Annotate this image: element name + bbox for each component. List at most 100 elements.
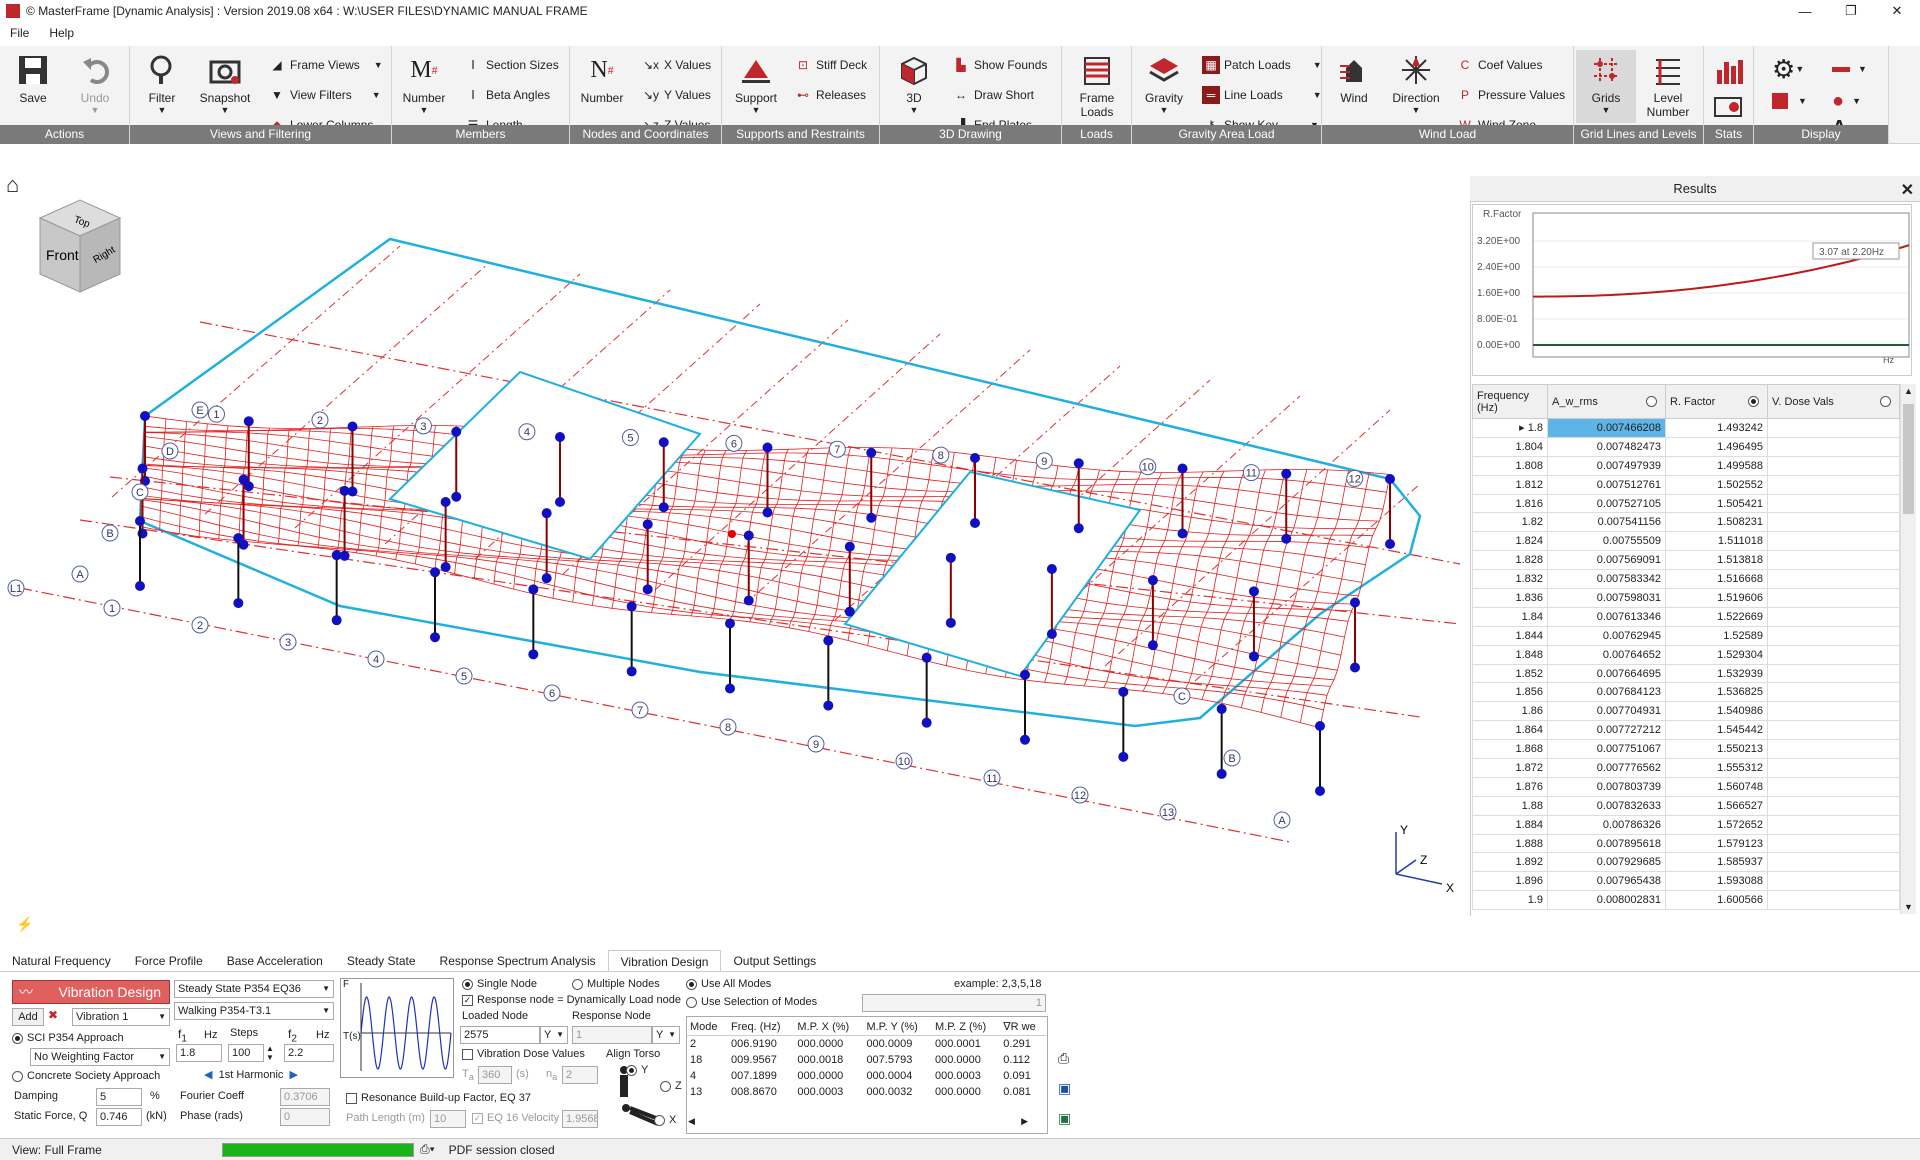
node-marker[interactable] <box>1315 721 1325 731</box>
node-marker[interactable] <box>921 652 932 663</box>
modes-hscrollbar[interactable]: ◀ ▶ <box>688 1116 1028 1130</box>
results-row[interactable]: 1.892 0.007929685 1.585937 <box>1472 852 1900 873</box>
filter-button[interactable]: Filter ▼ <box>132 50 192 115</box>
use-all-modes-radio[interactable]: Use All Modes <box>686 978 771 990</box>
node-marker[interactable] <box>1177 463 1188 474</box>
menu-help[interactable]: Help <box>39 26 84 40</box>
scroll-left-icon[interactable]: ◀ <box>688 1116 695 1127</box>
node-marker[interactable] <box>725 683 735 694</box>
r-factor-radio[interactable] <box>1748 395 1759 407</box>
x-values-button[interactable]: ↘x X Values <box>642 54 711 76</box>
beta-angles-button[interactable]: Ⅰ Beta Angles <box>464 84 550 106</box>
node-marker[interactable] <box>743 595 754 606</box>
maximize-icon[interactable]: ❐ <box>1828 0 1874 22</box>
node-marker[interactable] <box>626 666 637 677</box>
settings-button[interactable]: ⚙ ▼ <box>1772 54 1804 84</box>
gravity-button[interactable]: Gravity ▼ <box>1134 50 1194 115</box>
results-row[interactable]: 1.884 0.00786326 1.572652 <box>1472 814 1900 835</box>
prev-icon[interactable]: ◀ <box>204 1069 212 1081</box>
node-marker[interactable] <box>451 426 462 437</box>
node-marker[interactable] <box>1350 662 1360 673</box>
dose-checkbox[interactable]: Vibration Dose Values <box>462 1048 585 1060</box>
node-marker[interactable] <box>243 416 254 427</box>
results-row[interactable]: 1.84 0.007613346 1.522669 <box>1472 606 1900 627</box>
results-row[interactable]: 1.9 0.008002831 1.600566 <box>1472 890 1900 911</box>
sci-radio[interactable]: SCI P354 Approach <box>12 1032 124 1044</box>
frame-model[interactable]: 123456789101112131 2 3 4 5 6 7 8 9 10 11 12ABCDEABC… <box>0 144 1468 944</box>
vibration-design-button[interactable]: 〰 Vibration Design <box>12 980 170 1004</box>
response-node-input[interactable]: 1 <box>572 1026 652 1044</box>
results-row[interactable]: 1.868 0.007751067 1.550213 <box>1472 739 1900 760</box>
results-row[interactable]: 1.804 0.007482473 1.496495 <box>1472 436 1900 457</box>
node-marker[interactable] <box>1216 768 1227 779</box>
node-marker[interactable] <box>762 507 773 518</box>
fourier-input[interactable]: 0.3706 <box>280 1088 330 1106</box>
results-row[interactable]: 1.86 0.007704931 1.540986 <box>1472 701 1900 722</box>
node-marker[interactable] <box>541 573 552 584</box>
node-marker[interactable] <box>970 518 980 528</box>
node-marker[interactable] <box>233 598 244 609</box>
results-row[interactable]: 1.82 0.007541156 1.508231 <box>1472 512 1900 533</box>
menu-file[interactable]: File <box>0 26 39 40</box>
node-marker[interactable] <box>137 463 148 474</box>
results-row[interactable]: 1.844 0.00762945 1.52589 <box>1472 625 1900 646</box>
level-number-button[interactable]: Level Number <box>1638 50 1698 119</box>
node-marker[interactable] <box>238 474 249 485</box>
multiple-node-radio[interactable]: Multiple Nodes <box>572 978 660 990</box>
node-marker[interactable] <box>945 552 956 563</box>
snapshot-button[interactable]: Snapshot ▼ <box>195 50 255 115</box>
node-marker[interactable] <box>1177 528 1188 539</box>
steady-state-select[interactable]: Steady State P354 EQ36 ▼ <box>174 980 334 998</box>
mode-col-header[interactable]: Mode <box>686 1018 728 1036</box>
col-frequency[interactable]: Frequency (Hz) <box>1472 384 1548 419</box>
mode-row[interactable]: 13 008.8670 000.0003 000.0032 000.0000 0.081 <box>686 1084 1046 1100</box>
pdf-icon[interactable]: ⎙▾ <box>420 1142 435 1157</box>
steps-input[interactable]: 100 <box>228 1044 264 1062</box>
node-marker[interactable] <box>823 700 834 711</box>
color-button[interactable]: ● ▼ <box>1832 86 1861 116</box>
col-r-factor[interactable]: R. Factor <box>1665 384 1768 419</box>
tab-steady-state[interactable]: Steady State <box>335 950 428 971</box>
node-marker[interactable] <box>642 584 653 595</box>
static-force-input[interactable]: 0.746 <box>96 1108 142 1126</box>
node-marker[interactable] <box>1281 533 1292 544</box>
mode-col-header[interactable]: Freq. (Hz) <box>727 1018 794 1036</box>
save-button[interactable]: Save <box>3 50 63 105</box>
frame-loads-button[interactable]: Frame Loads <box>1067 50 1127 119</box>
node-marker[interactable] <box>430 632 440 643</box>
node-marker[interactable] <box>339 485 350 496</box>
node-marker[interactable] <box>541 508 552 519</box>
na-input[interactable]: 2 <box>562 1066 598 1084</box>
line-loads-button[interactable]: ═ Line Loads ▼ <box>1202 84 1322 106</box>
node-marker[interactable] <box>1046 564 1057 574</box>
results-row[interactable]: 1.88 0.007832633 1.566527 <box>1472 795 1900 816</box>
releases-button[interactable]: ⊷ Releases <box>794 84 866 106</box>
section-sizes-button[interactable]: Ⅰ Section Sizes <box>464 54 558 76</box>
node-marker[interactable] <box>823 635 834 646</box>
node-marker[interactable] <box>555 432 565 442</box>
walking-select[interactable]: Walking P354-T3.1 ▼ <box>174 1002 334 1020</box>
node-marker[interactable] <box>135 581 145 591</box>
mode-selection-input[interactable]: 1 <box>862 994 1046 1012</box>
node-marker[interactable] <box>642 519 653 530</box>
coef-values-button[interactable]: C Coef Values <box>1456 54 1543 76</box>
node-marker[interactable] <box>1248 651 1259 662</box>
node-marker[interactable] <box>1350 597 1360 608</box>
scroll-up-icon[interactable]: ▲ <box>1904 386 1913 396</box>
node-marker[interactable] <box>970 453 980 463</box>
results-row[interactable]: 1.836 0.007598031 1.519606 <box>1472 588 1900 608</box>
word-export-icon[interactable]: ▣ <box>1058 1080 1071 1097</box>
node-marker[interactable] <box>140 411 150 421</box>
node-marker[interactable] <box>233 533 244 544</box>
loaded-dir-select[interactable]: Y ▼ <box>540 1026 568 1044</box>
tab-natural-frequency[interactable]: Natural Frequency <box>0 950 123 971</box>
phase-input[interactable]: 0 <box>280 1108 330 1126</box>
ta-input[interactable]: 360 <box>478 1066 512 1084</box>
close-icon[interactable]: ✕ <box>1901 178 1914 204</box>
mode-col-header[interactable]: M.P. X (%) <box>793 1018 863 1036</box>
mode-col-header[interactable]: M.P. Y (%) <box>862 1018 931 1036</box>
results-row[interactable]: 1.876 0.007803739 1.560748 <box>1472 776 1900 797</box>
excel-export-icon[interactable]: ▣ <box>1058 1110 1071 1127</box>
eq16-checkbox[interactable]: ✓ EQ 16 Velocity <box>472 1112 559 1124</box>
node-marker[interactable] <box>528 584 539 595</box>
